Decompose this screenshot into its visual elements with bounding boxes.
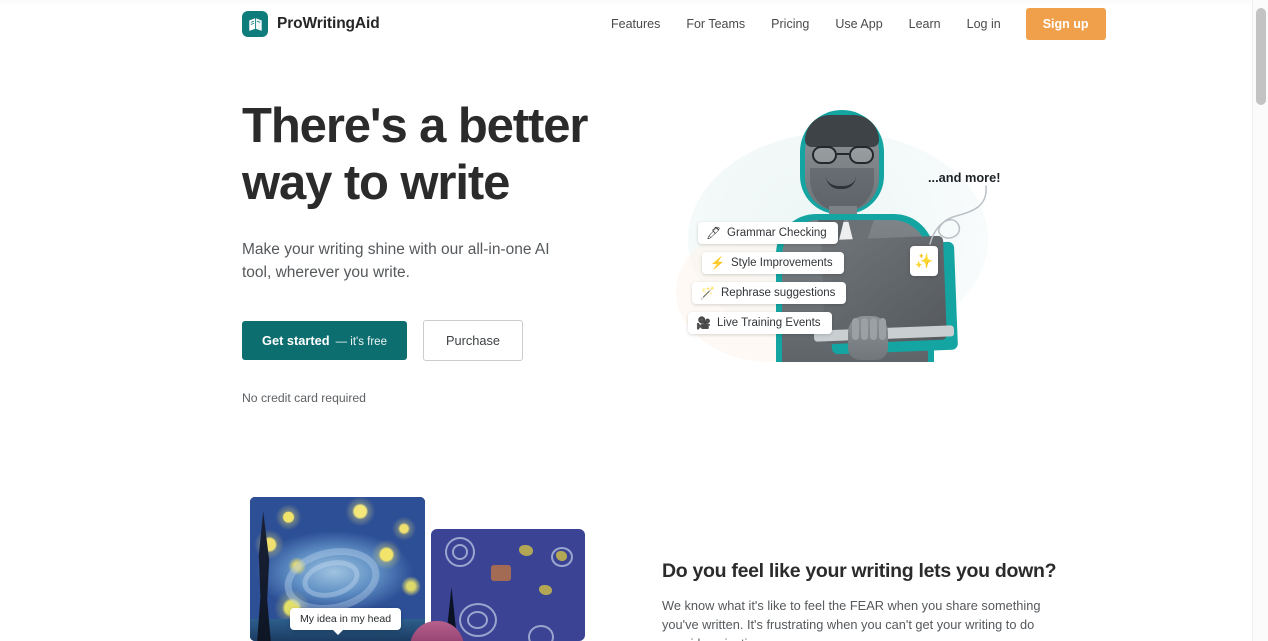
doodle-spiral — [528, 625, 554, 641]
feature-chip-grammar-checking: 🖊 Grammar Checking — [698, 222, 838, 244]
hero-title-line-2: way to write — [242, 156, 510, 210]
feature-chip-list: 🖊 Grammar Checking ⚡ Style Improvements … — [688, 222, 847, 334]
feature-chip-live-training-events: 🎥 Live Training Events — [688, 312, 832, 334]
doodle-spiral — [452, 544, 468, 560]
page-root: ProWritingAid Features For Teams Pricing… — [0, 0, 1268, 641]
hand — [848, 316, 888, 360]
no-credit-card-note: No credit card required — [242, 391, 366, 405]
doodle-star — [519, 545, 533, 556]
get-started-label: Get started — [262, 333, 330, 348]
feature-chip-style-improvements: ⚡ Style Improvements — [702, 252, 844, 274]
lasso-squiggle-icon — [929, 185, 987, 245]
hero-actions: Get started — it's free Purchase — [242, 320, 642, 361]
doodle-spiral — [467, 611, 488, 629]
feature-chip-rephrase-suggestions: 🪄 Rephrase suggestions — [692, 282, 847, 304]
chip-label: Live Training Events — [717, 317, 821, 329]
fountain-pen-icon: 🖊 — [706, 226, 722, 240]
nav-link-pricing[interactable]: Pricing — [758, 11, 822, 37]
brand-logo[interactable]: ProWritingAid — [242, 11, 380, 37]
scrollbar-thumb[interactable] — [1256, 8, 1266, 105]
main-nav: Features For Teams Pricing Use App Learn… — [598, 0, 1106, 48]
nav-link-learn[interactable]: Learn — [896, 11, 954, 37]
page-scrollbar[interactable] — [1252, 0, 1268, 641]
site-header: ProWritingAid Features For Teams Pricing… — [0, 0, 1252, 48]
book-pages-icon — [242, 11, 268, 37]
get-started-sublabel: — it's free — [335, 336, 387, 348]
hero-illustration: ✨ ...and more! 🖊 Grammar Checking ⚡ Styl… — [662, 104, 1022, 389]
idea-tooltip: My idea in my head — [290, 608, 402, 635]
lower-paragraph: We know what it's like to feel the FEAR … — [662, 598, 1041, 641]
hero-title-line-1: There's a better — [242, 99, 588, 153]
lightning-bolt-icon: ⚡ — [710, 256, 725, 270]
lower-section-text: Do you feel like your writing lets you d… — [662, 560, 1062, 641]
hero-subtitle: Make your writing shine with our all-in-… — [242, 241, 550, 281]
sign-up-button[interactable]: Sign up — [1025, 8, 1106, 40]
doodle-sun — [491, 565, 511, 581]
nav-link-features[interactable]: Features — [598, 11, 673, 37]
doodle-star — [539, 585, 552, 595]
glasses-icon — [812, 146, 874, 164]
chip-label: Rephrase suggestions — [721, 287, 836, 299]
chip-label: Style Improvements — [731, 257, 833, 269]
hero-content: There's a better way to write Make your … — [242, 98, 642, 405]
purchase-button[interactable]: Purchase — [422, 320, 524, 361]
nav-link-log-in[interactable]: Log in — [954, 11, 1014, 37]
get-started-button[interactable]: Get started — it's free — [242, 321, 407, 360]
hair — [805, 115, 879, 147]
brand-name: ProWritingAid — [277, 15, 380, 32]
magic-wand-icon: 🪄 — [700, 286, 715, 300]
lower-heading: Do you feel like your writing lets you d… — [662, 560, 1057, 582]
video-camera-icon: 🎥 — [696, 316, 711, 330]
nav-link-for-teams[interactable]: For Teams — [673, 11, 758, 37]
page-title: There's a better way to write — [242, 98, 642, 212]
crude-drawing-panel — [431, 529, 585, 641]
doodle-star — [556, 551, 567, 561]
chip-label: Grammar Checking — [727, 227, 827, 239]
nav-link-use-app[interactable]: Use App — [822, 11, 895, 37]
